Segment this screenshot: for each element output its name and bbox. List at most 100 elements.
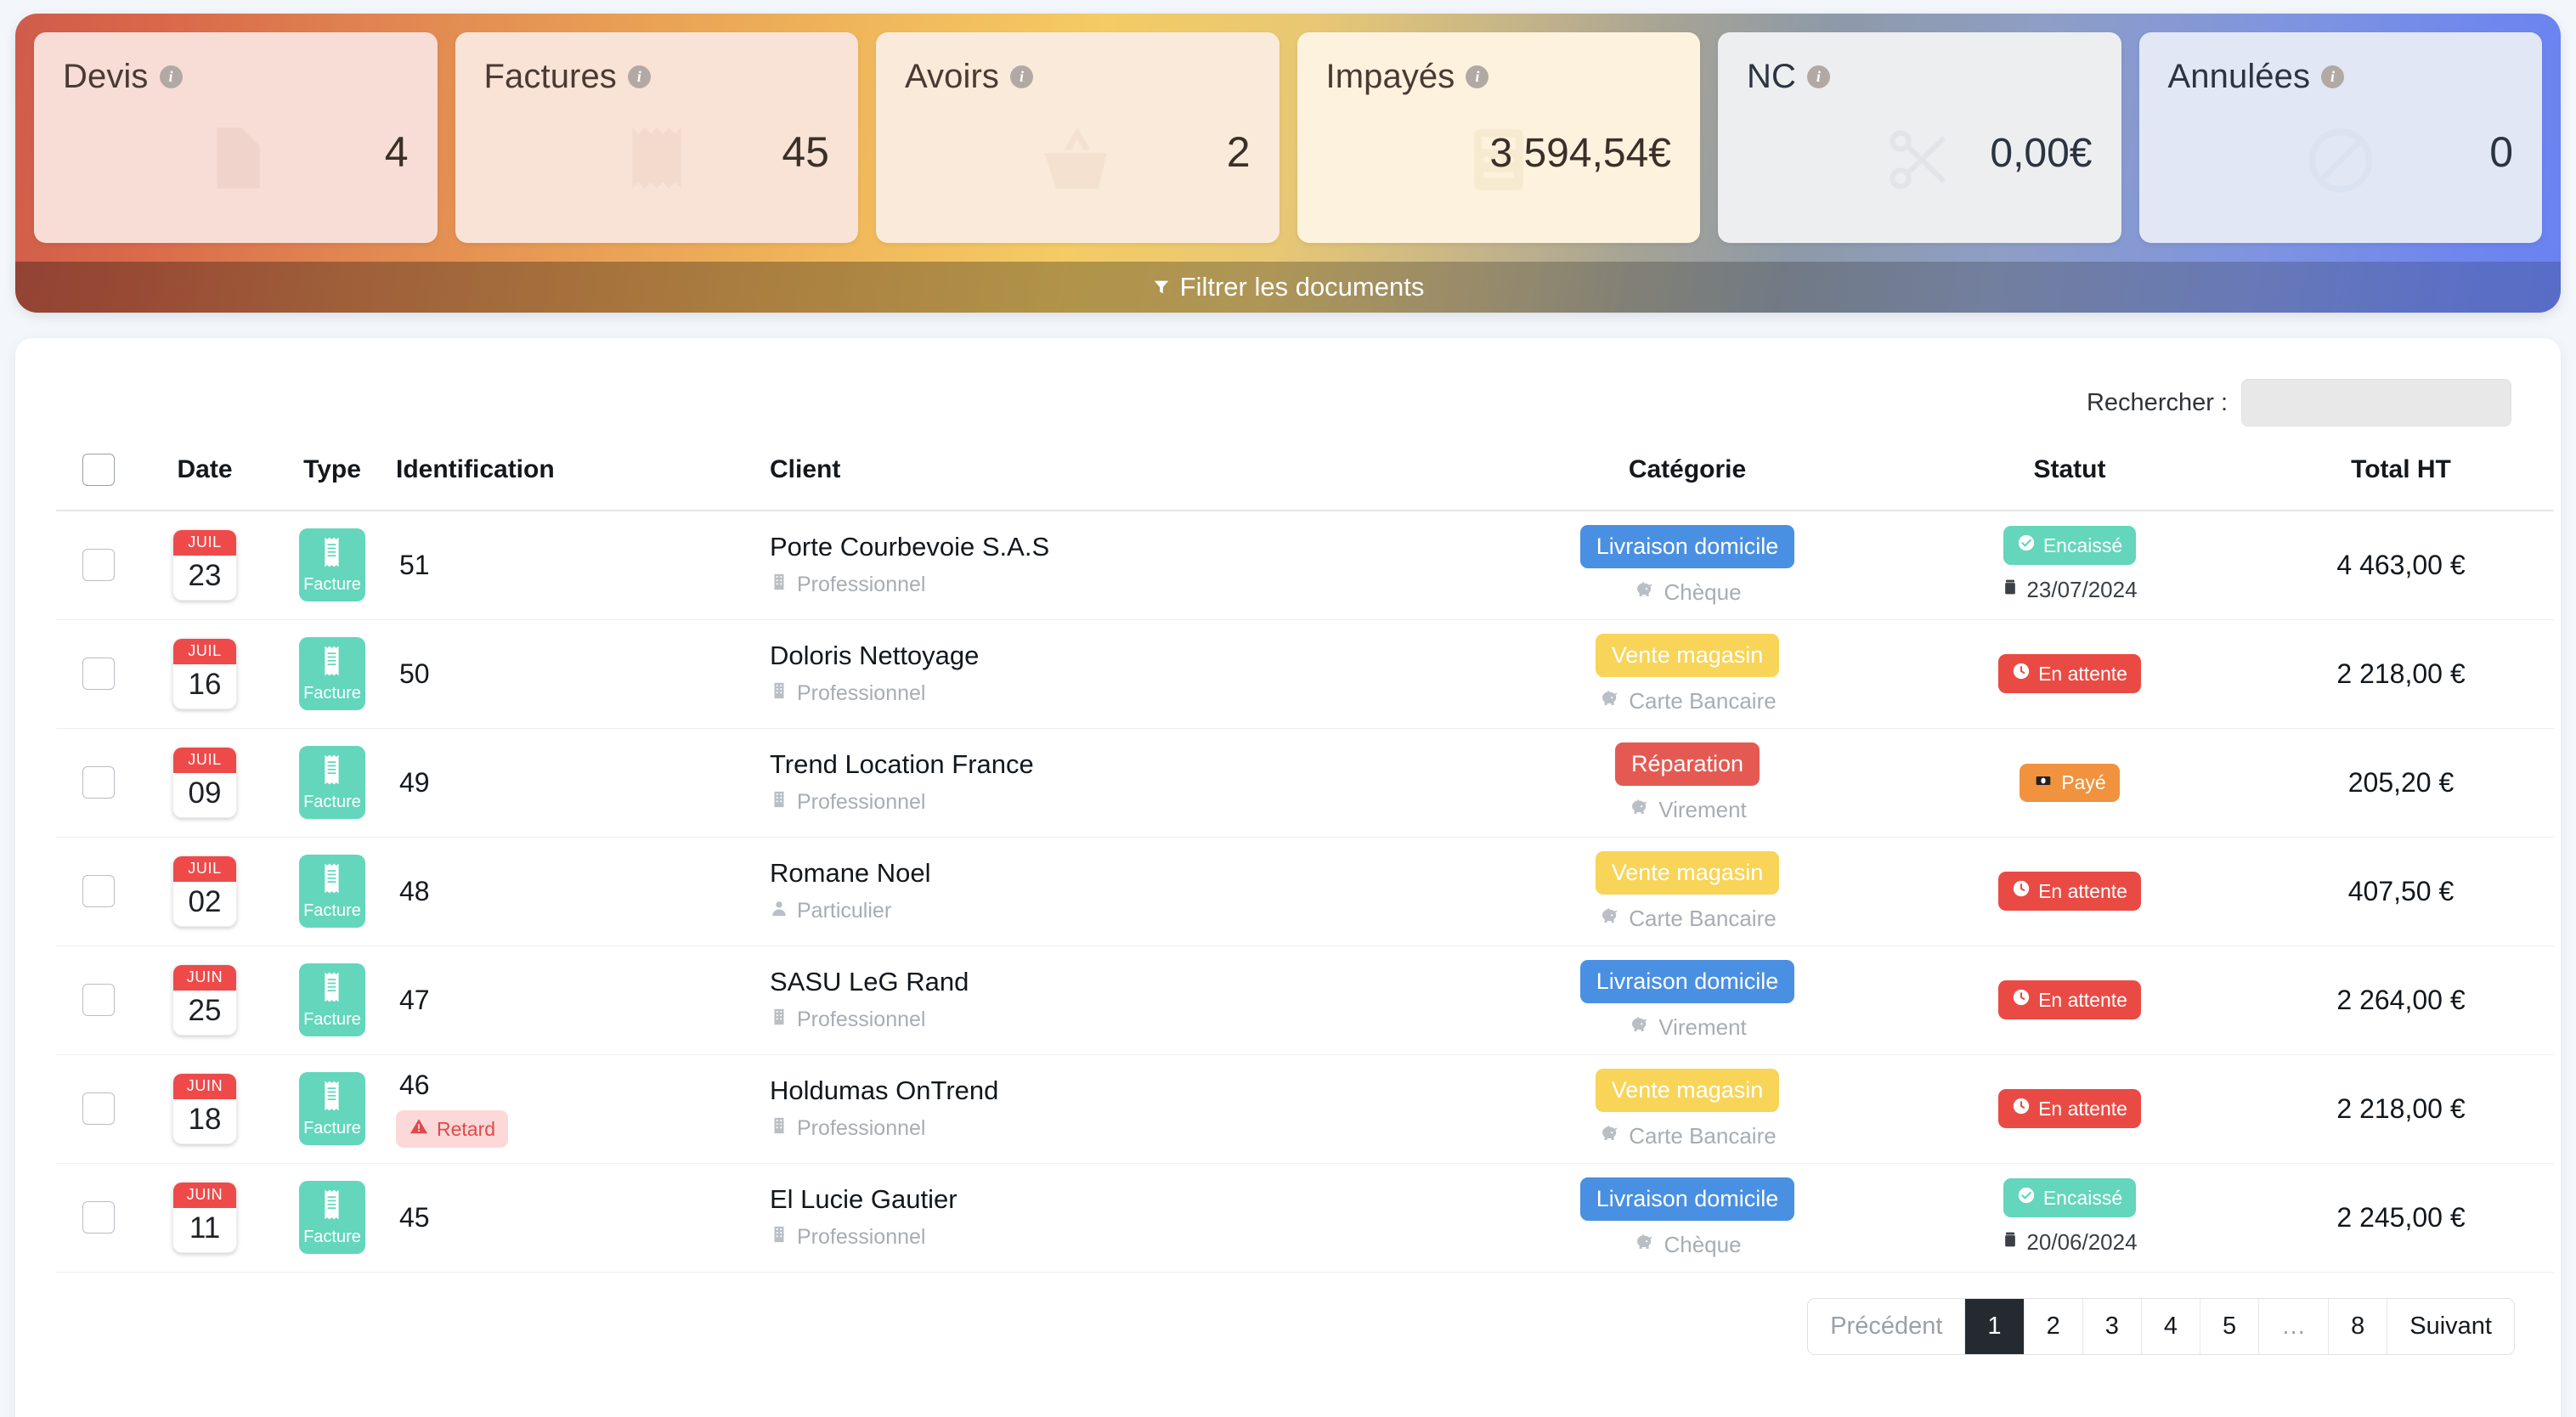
info-icon[interactable]: i: [1466, 65, 1489, 88]
status-label: Encaissé: [2043, 534, 2122, 557]
document-icon: [199, 117, 272, 202]
info-icon[interactable]: i: [2321, 65, 2344, 88]
row-type-cell: Facture: [268, 1163, 396, 1272]
status-badge[interactable]: Encaissé: [2003, 1178, 2136, 1217]
pagination-page-5[interactable]: 5: [2200, 1299, 2259, 1354]
receipt-icon: [321, 535, 343, 573]
row-client-cell: Porte Courbevoie S.A.S Professionnel: [770, 511, 1483, 619]
status-label: En attente: [2038, 663, 2127, 686]
status-badge[interactable]: Payé: [2020, 764, 2119, 802]
date-month: JUIL: [173, 639, 236, 664]
header-identification[interactable]: Identification: [396, 432, 770, 511]
client-type: Professionnel: [770, 1223, 1483, 1251]
category-badge[interactable]: Vente magasin: [1596, 1069, 1780, 1112]
row-select-cell: [56, 728, 141, 837]
info-icon[interactable]: i: [1010, 65, 1033, 88]
table-row[interactable]: JUIL 16 Facture 50 Doloris Nettoyage Pro…: [56, 619, 2554, 728]
filter-documents-button[interactable]: Filtrer les documents: [15, 262, 2561, 313]
client-name: Romane Noel: [770, 858, 1483, 889]
info-icon[interactable]: i: [628, 65, 651, 88]
piggy-bank-icon: [1628, 797, 1650, 823]
row-checkbox[interactable]: [82, 658, 115, 690]
category-wrap: Livraison domicile Virement: [1483, 960, 1891, 1041]
table-row[interactable]: JUIL 02 Facture 48 Romane Noel Particuli…: [56, 837, 2554, 946]
status-date-label: 23/07/2024: [2026, 577, 2137, 603]
stat-card-avoirs[interactable]: Avoirs i 2: [876, 32, 1280, 243]
row-checkbox[interactable]: [82, 984, 115, 1016]
category-badge[interactable]: Réparation: [1615, 742, 1760, 786]
date-badge: JUIL 09: [172, 747, 237, 818]
type-badge[interactable]: Facture: [299, 1181, 365, 1254]
table-row[interactable]: JUIN 18 Facture 46 Retard Holdumas OnTre…: [56, 1054, 2554, 1163]
header-categorie[interactable]: Catégorie: [1483, 432, 1891, 511]
status-badge[interactable]: En attente: [1998, 980, 2141, 1019]
date-day: 16: [173, 664, 236, 708]
pagination-page-2[interactable]: 2: [2025, 1299, 2083, 1354]
pagination-page-4[interactable]: 4: [2142, 1299, 2200, 1354]
row-checkbox[interactable]: [82, 875, 115, 907]
table-row[interactable]: JUIN 25 Facture 47 SASU LeG Rand Profess…: [56, 946, 2554, 1054]
pagination-page-8[interactable]: 8: [2329, 1299, 2387, 1354]
documents-page: Devis i 4 Factures i 45: [0, 14, 2576, 1417]
type-label: Facture: [303, 1228, 361, 1247]
receipt-icon: [321, 753, 343, 791]
row-checkbox[interactable]: [82, 1092, 115, 1125]
type-badge[interactable]: Facture: [299, 855, 365, 928]
payment-method-label: Carte Bancaire: [1629, 1123, 1776, 1149]
row-checkbox[interactable]: [82, 1201, 115, 1234]
pagination-page-3[interactable]: 3: [2083, 1299, 2142, 1354]
stat-card-impayes[interactable]: Impayés i 3 594,54€: [1297, 32, 1701, 243]
header-statut[interactable]: Statut: [1891, 432, 2248, 511]
table-row[interactable]: JUIL 09 Facture 49 Trend Location France…: [56, 728, 2554, 837]
stat-card-value: 3 594,54€: [1489, 130, 1671, 177]
identification-number: 47: [396, 985, 770, 1016]
type-badge[interactable]: Facture: [299, 963, 365, 1036]
total-ht-value: 2 245,00 €: [2248, 1202, 2554, 1234]
date-badge: JUIN 25: [172, 964, 237, 1036]
search-input[interactable]: [2241, 379, 2511, 426]
stat-card-devis[interactable]: Devis i 4: [34, 32, 438, 243]
identification-number: 48: [396, 876, 770, 907]
pagination-next[interactable]: Suivant: [2387, 1299, 2514, 1354]
pagination-page-1[interactable]: 1: [1965, 1299, 2024, 1354]
receipt-icon: [620, 117, 693, 202]
row-date-cell: JUIN 25: [141, 946, 268, 1054]
row-date-cell: JUIN 18: [141, 1054, 268, 1163]
status-badge[interactable]: En attente: [1998, 872, 2141, 911]
row-checkbox[interactable]: [82, 766, 115, 799]
category-badge[interactable]: Livraison domicile: [1580, 1177, 1795, 1221]
category-badge[interactable]: Vente magasin: [1596, 634, 1780, 677]
pagination-prev[interactable]: Précédent: [1808, 1299, 1965, 1354]
table-row[interactable]: JUIN 11 Facture 45 El Lucie Gautier Prof…: [56, 1163, 2554, 1272]
status-badge[interactable]: Encaissé: [2003, 526, 2136, 565]
type-badge[interactable]: Facture: [299, 637, 365, 710]
info-icon[interactable]: i: [1807, 65, 1830, 88]
status-badge[interactable]: En attente: [1998, 654, 2141, 693]
table-row[interactable]: JUIL 23 Facture 51 Porte Courbevoie S.A.…: [56, 511, 2554, 619]
select-all-checkbox[interactable]: [82, 454, 115, 486]
category-badge[interactable]: Livraison domicile: [1580, 525, 1795, 568]
client-type: Professionnel: [770, 571, 1483, 599]
type-badge[interactable]: Facture: [299, 1072, 365, 1145]
stat-card-nc[interactable]: NC i 0,00€: [1718, 32, 2121, 243]
status-badge[interactable]: En attente: [1998, 1089, 2141, 1128]
date-day: 11: [173, 1208, 236, 1252]
row-total-cell: 2 264,00 €: [2248, 946, 2554, 1054]
row-checkbox[interactable]: [82, 549, 115, 581]
stat-card-label: NC: [1747, 58, 1796, 96]
client-type: Professionnel: [770, 1006, 1483, 1034]
stat-card-annulees[interactable]: Annulées i 0: [2139, 32, 2543, 243]
header-date[interactable]: Date: [141, 432, 268, 511]
row-client-cell: Doloris Nettoyage Professionnel: [770, 619, 1483, 728]
header-type[interactable]: Type: [268, 432, 396, 511]
type-badge[interactable]: Facture: [299, 746, 365, 819]
header-total-ht[interactable]: Total HT: [2248, 432, 2554, 511]
row-total-cell: 4 463,00 €: [2248, 511, 2554, 619]
info-icon[interactable]: i: [160, 65, 183, 88]
row-total-cell: 407,50 €: [2248, 837, 2554, 946]
header-client[interactable]: Client: [770, 432, 1483, 511]
stat-card-factures[interactable]: Factures i 45: [455, 32, 859, 243]
type-badge[interactable]: Facture: [299, 528, 365, 601]
category-badge[interactable]: Livraison domicile: [1580, 960, 1795, 1003]
category-badge[interactable]: Vente magasin: [1596, 851, 1780, 895]
